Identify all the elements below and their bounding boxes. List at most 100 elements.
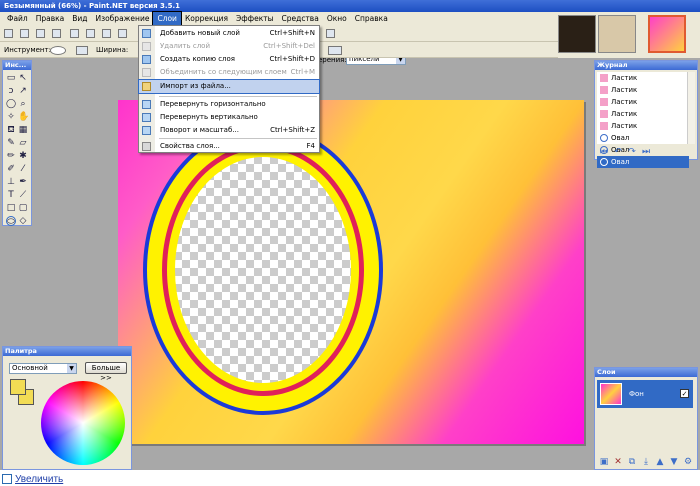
rect-select-icon[interactable]: ▭ — [6, 73, 16, 83]
move-icon[interactable]: ↖ — [18, 73, 28, 83]
selection-mode-icon[interactable] — [76, 46, 88, 55]
color-wheel[interactable] — [41, 381, 125, 465]
move-down-icon[interactable]: ▼ — [669, 457, 679, 467]
pan-icon[interactable]: ✋ — [18, 112, 29, 122]
eraser-icon — [600, 122, 608, 130]
move-up-icon[interactable]: ▲ — [655, 457, 665, 467]
menu-item-flip-horizontal[interactable]: Перевернуть горизонтально — [139, 98, 319, 111]
brush-icon[interactable]: ✎ — [6, 138, 16, 148]
undo-icon[interactable]: ↶ — [613, 147, 623, 157]
delete-layer-icon — [142, 42, 151, 51]
history-window: Журнал Ластик Ластик Ластик Ластик Ласти… — [594, 60, 698, 168]
copy-icon[interactable] — [86, 29, 95, 38]
menu-image[interactable]: Изображение — [92, 12, 154, 26]
palette-mode-select[interactable]: Основной ▼ — [9, 363, 77, 374]
line-icon[interactable]: ⟋ — [18, 190, 28, 200]
menu-item-import-from-file[interactable]: Импорт из файла... — [138, 79, 320, 94]
eraser-icon[interactable]: ▱ — [18, 138, 28, 148]
flip-vertical-icon — [142, 113, 151, 122]
menu-item-shortcut: Ctrl+Shift+Z — [270, 126, 315, 134]
history-item[interactable]: Ластик — [597, 108, 689, 120]
recolor-icon[interactable]: ✐ — [6, 164, 16, 174]
paste-icon[interactable] — [102, 29, 111, 38]
redo-icon[interactable]: ↷ — [627, 147, 637, 157]
menu-file[interactable]: Файл — [3, 12, 32, 26]
primary-color-swatch[interactable] — [10, 379, 26, 395]
menu-view[interactable]: Вид — [68, 12, 91, 26]
rewind-icon[interactable]: ⏮ — [599, 147, 609, 157]
add-layer-icon[interactable]: ▣ — [599, 457, 609, 467]
ellipse-icon[interactable]: ⬭ — [6, 216, 16, 227]
history-scrollbar[interactable] — [687, 72, 695, 144]
history-item[interactable]: Ластик — [597, 72, 689, 84]
menu-layers[interactable]: Слои — [152, 11, 182, 27]
ellipse-select-icon[interactable]: ◯ — [6, 99, 16, 109]
ellipse-tool-icon[interactable] — [50, 46, 66, 55]
grid-icon[interactable] — [326, 29, 335, 38]
menu-item-flip-vertical[interactable]: Перевернуть вертикально — [139, 111, 319, 124]
more-button[interactable]: Больше >> — [85, 362, 127, 382]
rounded-rect-icon[interactable]: ▢ — [18, 203, 28, 213]
menu-item-label: Свойства слоя... — [160, 142, 220, 150]
freeform-icon[interactable]: ◇ — [18, 216, 28, 226]
magnify-icon — [2, 474, 12, 484]
bucket-icon[interactable]: ⛾ — [6, 125, 16, 135]
rectangle-icon[interactable]: □ — [6, 203, 16, 213]
menu-item-duplicate-layer[interactable]: Создать копию слоя Ctrl+Shift+D — [139, 53, 319, 66]
menu-adjustments[interactable]: Коррекция — [181, 12, 232, 26]
menu-item-add-layer[interactable]: Добавить новый слой Ctrl+Shift+N — [139, 27, 319, 40]
menu-window[interactable]: Окно — [323, 12, 351, 26]
menu-help[interactable]: Справка — [351, 12, 392, 26]
fast-forward-icon[interactable]: ⏭ — [641, 147, 651, 157]
rotate-zoom-icon — [142, 126, 151, 135]
history-item-label: Ластик — [611, 98, 638, 106]
menu-item-label: Добавить новый слой — [160, 29, 240, 37]
magic-wand-icon[interactable]: ✧ — [6, 112, 16, 122]
image-thumbnail[interactable] — [598, 15, 636, 53]
gradient-icon[interactable]: ▦ — [18, 125, 28, 135]
text-icon[interactable]: T — [6, 190, 16, 200]
merge-layer-icon[interactable]: ⤓ — [641, 457, 651, 467]
layer-properties-icon[interactable]: ⚙ — [683, 457, 693, 467]
duplicate-layer-icon[interactable]: ⧉ — [627, 457, 637, 467]
menu-item-merge-down[interactable]: Объединить со следующим слоем Ctrl+M — [139, 66, 319, 79]
zoom-icon[interactable]: ⌕ — [18, 99, 28, 109]
menu-item-label: Поворот и масштаб... — [160, 126, 239, 134]
menu-effects[interactable]: Эффекты — [232, 12, 278, 26]
history-item[interactable]: Овал — [597, 132, 689, 144]
menu-utilities[interactable]: Средства — [278, 12, 323, 26]
menu-item-delete-layer[interactable]: Удалить слой Ctrl+Shift+Del — [139, 40, 319, 53]
image-thumbnail-active[interactable] — [648, 15, 686, 53]
cut-icon[interactable] — [70, 29, 79, 38]
menu-item-shortcut: Ctrl+Shift+Del — [263, 42, 315, 50]
layer-row[interactable]: Фон ✓ — [597, 380, 693, 408]
enlarge-link[interactable]: Увеличить — [15, 474, 63, 485]
clone-icon[interactable]: ✱ — [18, 151, 28, 161]
menu-edit[interactable]: Правка — [32, 12, 69, 26]
menu-item-layer-properties[interactable]: Свойства слоя... F4 — [139, 140, 319, 153]
crop-icon[interactable] — [118, 29, 127, 38]
image-thumbnail[interactable] — [558, 15, 596, 53]
picker-icon[interactable]: ✒ — [18, 177, 28, 187]
print-icon[interactable] — [52, 29, 61, 38]
antialias-icon[interactable] — [328, 46, 342, 55]
move-selection-icon[interactable]: ↗ — [18, 86, 28, 96]
eraser-icon — [600, 74, 608, 82]
color-picker-icon[interactable]: ⁄ — [18, 164, 28, 174]
menu-item-rotate-zoom[interactable]: Поворот и масштаб... Ctrl+Shift+Z — [139, 124, 319, 137]
save-icon[interactable] — [36, 29, 45, 38]
history-item[interactable]: Ластик — [597, 120, 689, 132]
palette-title: Палитра — [3, 347, 131, 356]
lasso-icon[interactable]: ↄ — [6, 86, 16, 96]
history-item-label: Овал — [611, 158, 630, 166]
history-item[interactable]: Ластик — [597, 84, 689, 96]
open-icon[interactable] — [20, 29, 29, 38]
new-icon[interactable] — [4, 29, 13, 38]
pencil-icon[interactable]: ✏ — [6, 151, 16, 161]
layer-visibility-checkbox[interactable]: ✓ — [680, 389, 689, 398]
delete-layer-icon[interactable]: ✕ — [613, 457, 623, 467]
stamp-icon[interactable]: ⊥ — [6, 177, 16, 187]
history-item[interactable]: Ластик — [597, 96, 689, 108]
menu-item-shortcut: Ctrl+M — [290, 68, 315, 76]
layer-thumbnail — [600, 383, 622, 405]
